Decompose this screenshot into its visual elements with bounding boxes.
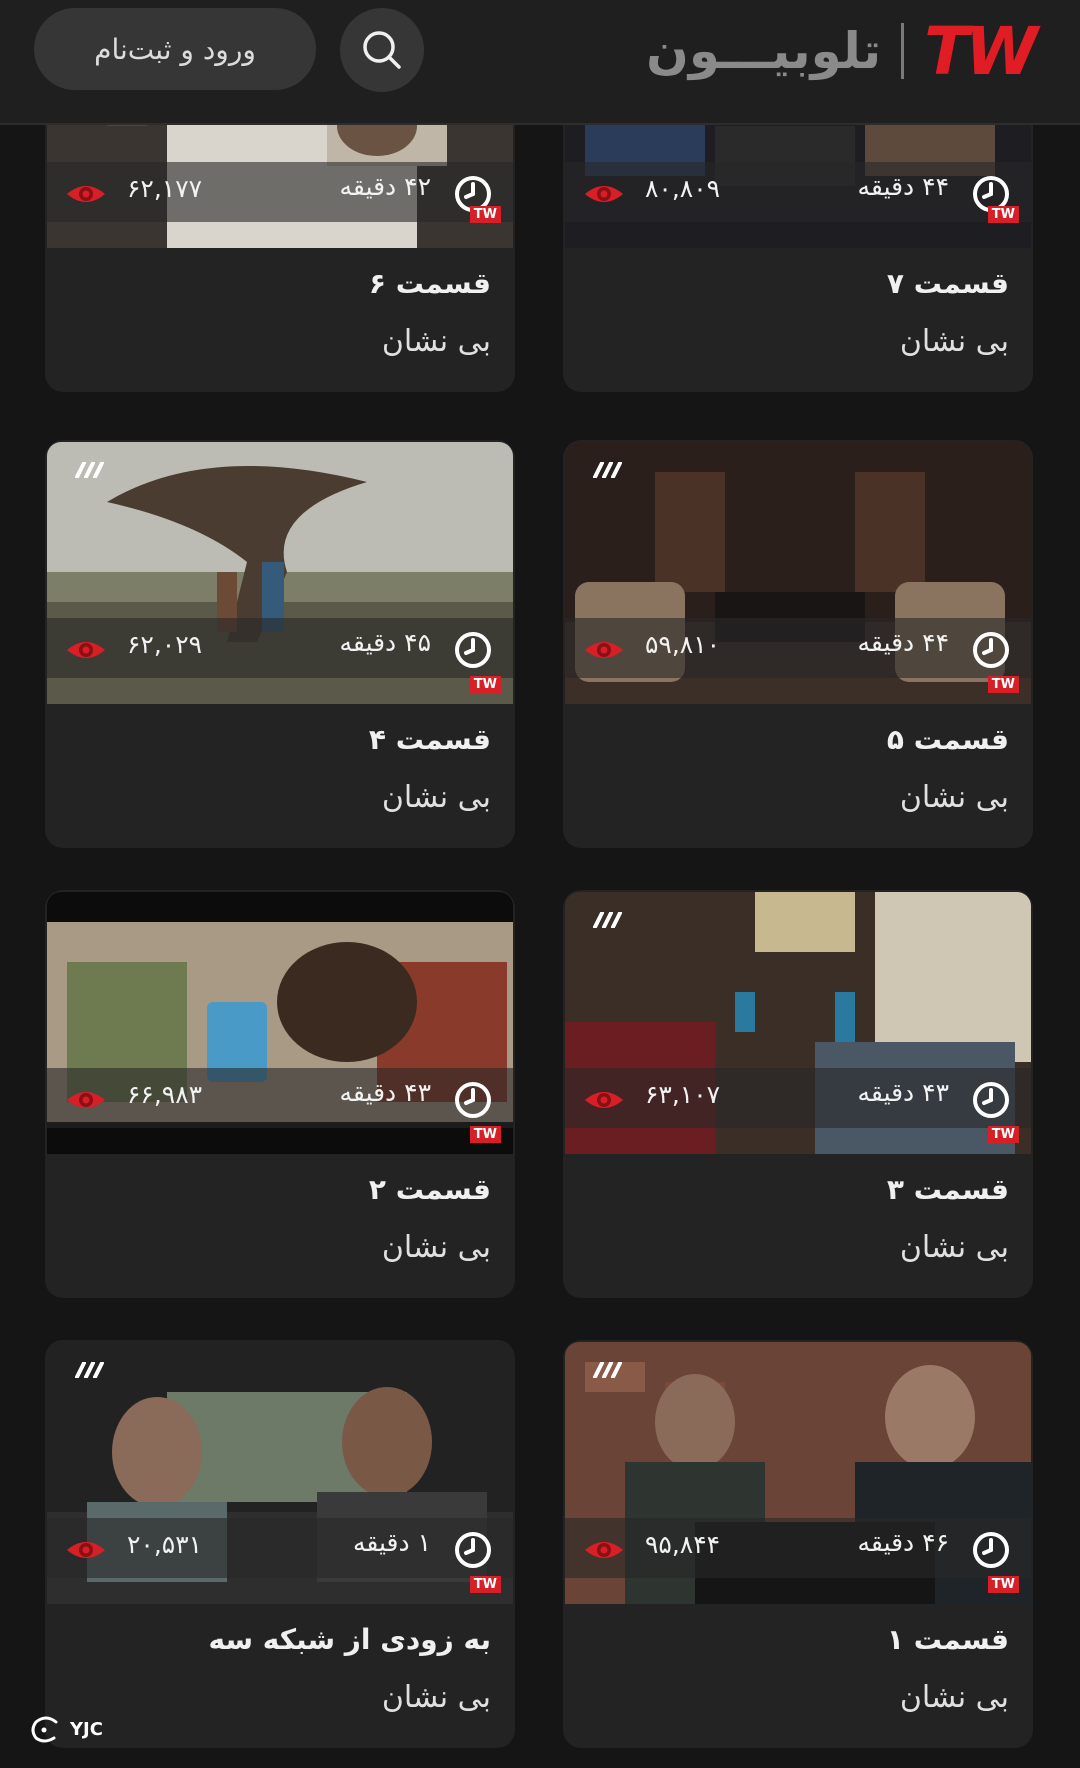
episode-card[interactable]: ۴۳ دقیقه ۶۶,۹۸۳ TW قسمت ۲ بی نشان (45, 890, 515, 1298)
brand-divider (901, 23, 905, 79)
series-name[interactable]: بی نشان (382, 780, 491, 815)
tw-badge: TW (469, 676, 501, 693)
meta-overlay (47, 1068, 513, 1128)
channel-mark-icon (75, 1362, 104, 1378)
search-icon (363, 31, 401, 69)
meta-overlay (565, 618, 1031, 678)
episode-card[interactable]: ۴۶ دقیقه ۹۵,۸۴۴ TW قسمت ۱ بی نشان (563, 1340, 1033, 1748)
brand-name: تلوبیـــون (646, 22, 882, 80)
episode-thumbnail[interactable] (565, 892, 1031, 1154)
views-count: ۲۰,۵۳۱ (127, 1530, 203, 1559)
views-count: ۶۶,۹۸۳ (127, 1080, 203, 1109)
search-button[interactable] (340, 8, 424, 92)
episode-title[interactable]: قسمت ۵ (887, 723, 1009, 756)
meta-overlay (565, 1068, 1031, 1128)
episode-title[interactable]: قسمت ۷ (887, 267, 1009, 300)
clock-icon (973, 1532, 1009, 1568)
series-name[interactable]: بی نشان (382, 324, 491, 359)
views-count: ۶۲,۱۷۷ (127, 174, 203, 203)
meta-overlay (47, 618, 513, 678)
views-eye-icon (585, 186, 623, 202)
views-eye-icon (67, 1092, 105, 1108)
channel-mark-icon (593, 912, 622, 928)
yjc-logo-icon (31, 1716, 58, 1743)
episode-title[interactable]: قسمت ۶ (369, 267, 491, 300)
views-eye-icon (67, 186, 105, 202)
duration-label: ۴۴ دقیقه (857, 628, 949, 657)
views-eye-icon (67, 1542, 105, 1558)
meta-overlay (565, 162, 1031, 222)
episode-title[interactable]: قسمت ۲ (369, 1173, 491, 1206)
episode-title[interactable]: قسمت ۱ (887, 1623, 1009, 1656)
views-count: ۶۳,۱۰۷ (645, 1080, 721, 1109)
tw-badge: TW (987, 206, 1019, 223)
views-eye-icon (585, 1542, 623, 1558)
views-count: ۵۹,۸۱۰ (645, 630, 721, 659)
episode-thumbnail[interactable] (47, 1342, 513, 1604)
duration-label: ۴۵ دقیقه (339, 628, 431, 657)
views-count: ۹۵,۸۴۴ (645, 1530, 721, 1559)
views-eye-icon (585, 1092, 623, 1108)
series-name[interactable]: بی نشان (900, 1680, 1009, 1715)
login-register-button[interactable]: ورود و ثبت‌نام (34, 8, 316, 90)
series-name[interactable]: بی نشان (382, 1230, 491, 1265)
clock-icon (455, 632, 491, 668)
brand-logo-mark: TW (924, 12, 1038, 90)
episode-title[interactable]: به زودی از شبکه سه (208, 1623, 491, 1656)
meta-overlay (47, 1518, 513, 1578)
series-name[interactable]: بی نشان (900, 324, 1009, 359)
clock-icon (455, 1082, 491, 1118)
episode-title[interactable]: قسمت ۴ (369, 723, 491, 756)
duration-label: ۴۳ دقیقه (339, 1078, 431, 1107)
duration-label: ۴۴ دقیقه (857, 172, 949, 201)
tw-badge: TW (469, 1576, 501, 1593)
tw-badge: TW (469, 1126, 501, 1143)
clock-icon (973, 1082, 1009, 1118)
episode-title[interactable]: قسمت ۳ (887, 1173, 1009, 1206)
brand-logo[interactable]: تلوبیـــون TW (646, 13, 1038, 90)
meta-overlay (565, 1518, 1031, 1578)
episode-card[interactable]: ۴۳ دقیقه ۶۳,۱۰۷ TW قسمت ۳ بی نشان (563, 890, 1033, 1298)
series-name[interactable]: بی نشان (900, 780, 1009, 815)
duration-label: ۱ دقیقه (352, 1528, 431, 1557)
episode-thumbnail[interactable] (47, 892, 513, 1154)
channel-mark-icon (593, 1362, 622, 1378)
episode-card[interactable]: ۴۴ دقیقه ۵۹,۸۱۰ TW قسمت ۵ بی نشان (563, 440, 1033, 848)
channel-mark-icon (593, 462, 622, 478)
duration-label: ۴۳ دقیقه (857, 1078, 949, 1107)
tw-badge: TW (987, 1126, 1019, 1143)
yjc-watermark: YJC (28, 1712, 103, 1746)
duration-label: ۴۶ دقیقه (857, 1528, 949, 1557)
views-eye-icon (67, 642, 105, 658)
clock-icon (455, 1532, 491, 1568)
episode-card[interactable]: ۴۵ دقیقه ۶۲,۰۲۹ TW قسمت ۴ بی نشان (45, 440, 515, 848)
watermark-text: YJC (70, 1718, 103, 1740)
duration-label: ۴۲ دقیقه (339, 172, 431, 201)
series-name[interactable]: بی نشان (900, 1230, 1009, 1265)
clock-icon (973, 632, 1009, 668)
tw-badge: TW (987, 1576, 1019, 1593)
views-count: ۸۰,۸۰۹ (645, 174, 721, 203)
series-name[interactable]: بی نشان (382, 1680, 491, 1715)
episode-thumbnail[interactable] (565, 1342, 1031, 1604)
episode-card[interactable]: ۱ دقیقه ۲۰,۵۳۱ TW به زودی از شبکه سه بی … (45, 1340, 515, 1748)
tw-badge: TW (469, 206, 501, 223)
tw-badge: TW (987, 676, 1019, 693)
views-count: ۶۲,۰۲۹ (127, 630, 203, 659)
channel-mark-icon (75, 462, 104, 478)
episode-thumbnail[interactable] (565, 442, 1031, 704)
top-header: ورود و ثبت‌نام تلوبیـــون TW (0, 0, 1080, 125)
episode-thumbnail[interactable] (47, 442, 513, 704)
views-eye-icon (585, 642, 623, 658)
meta-overlay (47, 162, 513, 222)
